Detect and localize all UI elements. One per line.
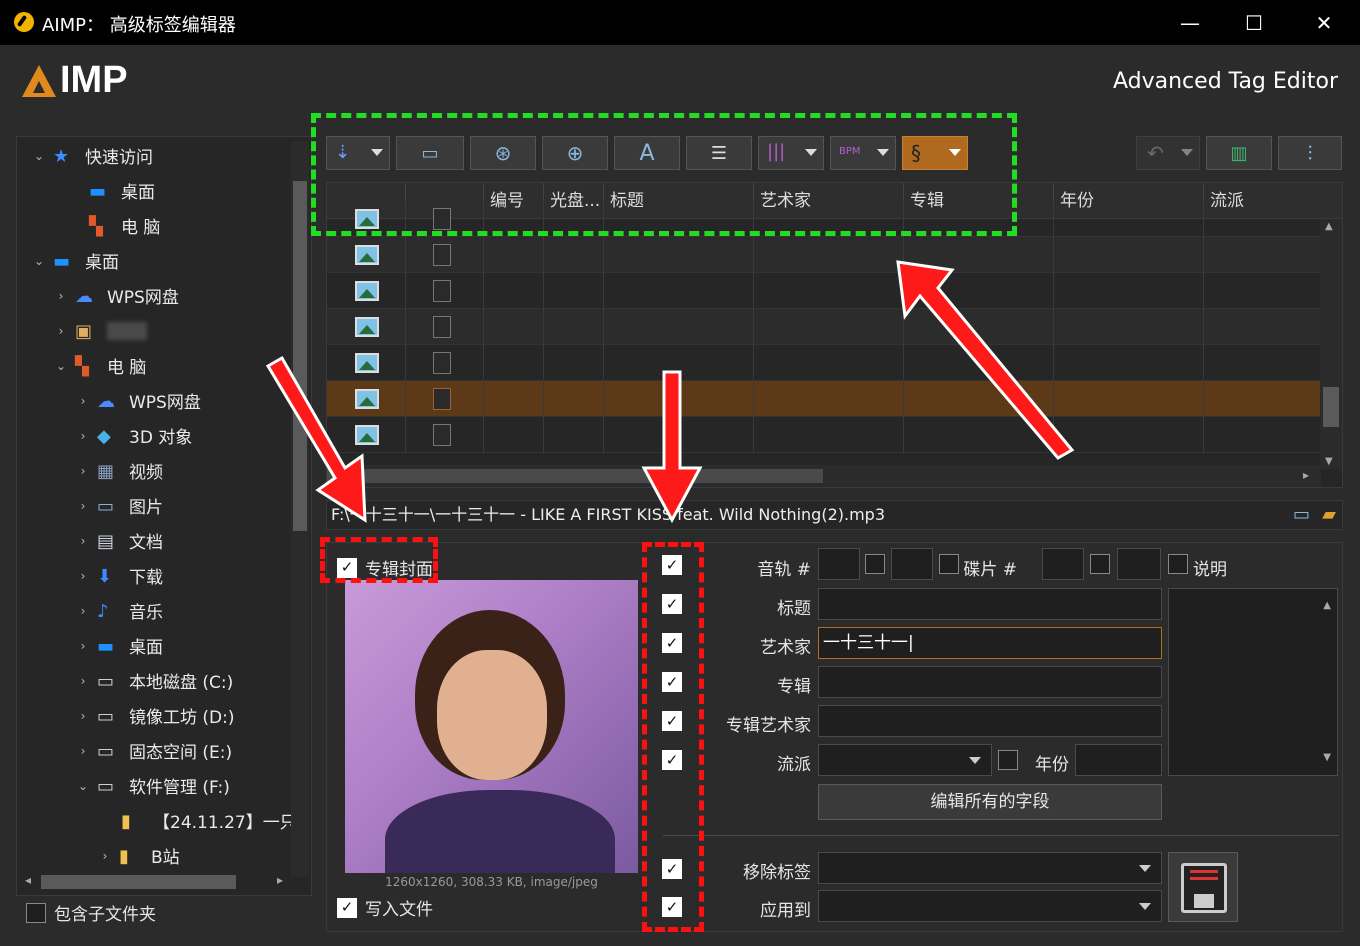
app-window: AIMP： 高级标签编辑器 — ☐ ✕ IMP Advanced Tag Edi…	[0, 0, 1360, 946]
annotation-arrow-list	[896, 260, 1075, 460]
annotation-arrows	[265, 260, 1075, 524]
annotation-arrow-cover	[265, 355, 367, 523]
annotation-arrow-checks	[641, 370, 703, 524]
